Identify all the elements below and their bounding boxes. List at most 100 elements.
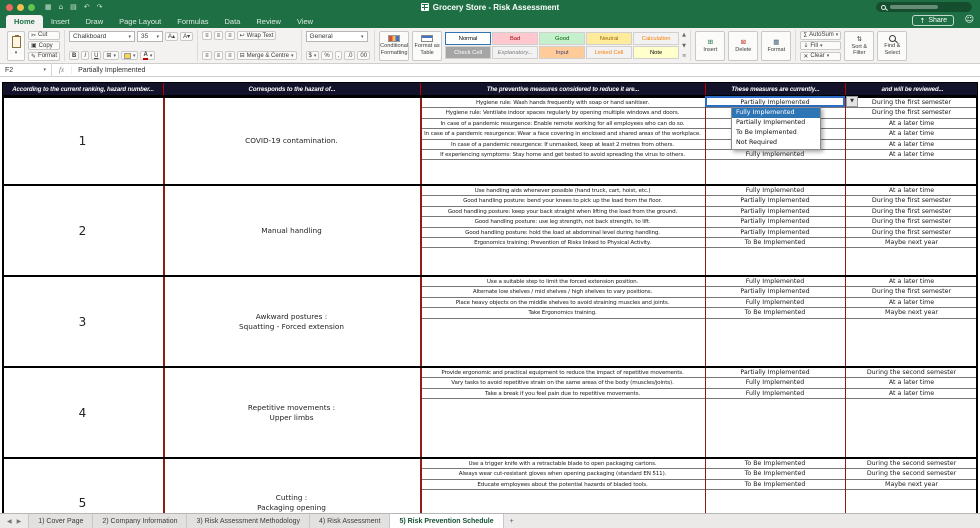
status-cell[interactable]: Fully Implemented [705, 298, 845, 307]
feedback-smiley-icon[interactable]: ☺ [965, 15, 974, 25]
find-select-button[interactable]: Find & Select [877, 30, 908, 61]
review-cell[interactable]: At a later time [845, 186, 978, 195]
review-cell[interactable]: During the first semester [845, 228, 978, 237]
cell-style-normal[interactable]: Normal [445, 32, 492, 45]
status-cell[interactable]: Fully Implemented [705, 389, 845, 398]
format-as-table-button[interactable]: Format as Table [412, 30, 443, 61]
conditional-formatting-button[interactable]: Conditional Formatting [379, 30, 410, 61]
review-cell[interactable]: During the second semester [845, 368, 978, 377]
cell-dropdown-button[interactable]: ▼ [846, 96, 858, 107]
borders-button[interactable]: ⊞ ▾ [103, 51, 119, 60]
fx-icon[interactable]: fx [52, 66, 73, 74]
paste-button[interactable]: ▾ [7, 30, 25, 61]
cell-style-linked-cell[interactable]: Linked Cell [586, 46, 633, 59]
share-button[interactable]: ↑ Share [912, 15, 954, 26]
sheet-tab-1-cover-page[interactable]: 1) Cover Page [29, 514, 94, 528]
measure-cell[interactable]: Place heavy objects on the middle shelve… [420, 298, 705, 307]
delete-cells-button[interactable]: ⊠ Delete [728, 30, 759, 61]
status-cell[interactable]: Fully Implemented [705, 277, 845, 286]
status-cell[interactable]: Fully Implemented [705, 186, 845, 195]
measure-cell[interactable]: Always wear cut-resistant gloves when op… [420, 469, 705, 478]
align-bottom-button[interactable]: ≡ [225, 31, 235, 40]
review-cell[interactable]: At a later time [845, 119, 978, 128]
measure-cell[interactable]: Take Ergonomics training. [420, 308, 705, 317]
review-cell[interactable]: During the first semester [845, 217, 978, 226]
cell-style-input[interactable]: Input [539, 46, 586, 59]
review-cell[interactable]: Maybe next year [845, 238, 978, 247]
italic-button[interactable]: I [81, 51, 90, 60]
hazard-number-cell[interactable]: 2 [2, 186, 163, 275]
measure-cell[interactable]: In case of a pandemic resurgence: Enable… [420, 119, 705, 128]
review-cell[interactable]: At a later time [845, 140, 978, 149]
status-cell[interactable]: To Be Implemented [705, 238, 845, 247]
measure-cell[interactable]: Ergonomics training: Prevention of Risks… [420, 238, 705, 247]
measure-cell[interactable]: Hygiene rule: Wash hands frequently with… [420, 98, 705, 107]
sheet-nav-right-icon[interactable]: ▶ [17, 518, 22, 525]
redo-icon[interactable]: ↷ [97, 3, 103, 11]
hazard-name-cell[interactable]: Repetitive movements : Upper limbs [163, 368, 420, 457]
review-cell[interactable]: During the first semester [845, 287, 978, 296]
hazard-number-cell[interactable]: 4 [2, 368, 163, 457]
grow-font-button[interactable]: A▴ [165, 32, 179, 41]
review-cell[interactable]: Maybe next year [845, 480, 978, 489]
review-cell[interactable]: At a later time [845, 150, 978, 159]
review-cell[interactable]: At a later time [845, 277, 978, 286]
measure-cell[interactable]: Alternate low shelves / mid shelves / hi… [420, 287, 705, 296]
cell-style-check-cell[interactable]: Check Cell [445, 46, 492, 59]
measure-cell[interactable]: Take a break if you feel pain due to rep… [420, 389, 705, 398]
name-box[interactable]: F2 ▾ [0, 63, 52, 77]
review-cell[interactable]: At a later time [845, 298, 978, 307]
zoom-window-button[interactable] [28, 3, 35, 11]
review-cell[interactable]: At a later time [845, 129, 978, 138]
review-cell[interactable]: During the second semester [845, 459, 978, 468]
status-cell[interactable]: Partially Implemented [705, 196, 845, 205]
review-cell[interactable]: At a later time [845, 378, 978, 387]
measure-cell[interactable]: Vary tasks to avoid repetitive strain on… [420, 378, 705, 387]
review-cell[interactable]: During the first semester [845, 207, 978, 216]
cell-style-neutral[interactable]: Neutral [586, 32, 633, 45]
wrap-text-button[interactable]: ↩ Wrap Text [236, 31, 277, 40]
ribbon-tab-data[interactable]: Data [217, 15, 249, 28]
cell-style-calculation[interactable]: Calculation [633, 32, 680, 45]
measure-cell[interactable]: Use a trigger knife with a retractable b… [420, 459, 705, 468]
measure-cell[interactable]: Good handling posture: bend your knees t… [420, 196, 705, 205]
add-sheet-button[interactable]: + [504, 514, 520, 528]
status-cell[interactable]: Fully Implemented [705, 378, 845, 387]
gallery-expand-icon[interactable]: ≡ [682, 53, 686, 59]
home-icon[interactable]: ⌂ [59, 3, 63, 11]
sheet-nav-left-icon[interactable]: ◀ [7, 518, 12, 525]
status-cell[interactable]: To Be Implemented [705, 480, 845, 489]
copy-button[interactable]: ▣ Copy [28, 41, 61, 50]
sheet-tab-4-risk-assessment[interactable]: 4) Risk Assessment [309, 514, 391, 528]
ribbon-tab-draw[interactable]: Draw [78, 15, 112, 28]
ribbon-tab-view[interactable]: View [289, 15, 321, 28]
shrink-font-button[interactable]: A▾ [180, 32, 194, 41]
percent-format-button[interactable]: % [321, 51, 333, 60]
align-middle-button[interactable]: ≡ [213, 31, 224, 40]
measure-cell[interactable]: In case of a pandemic resurgence: If unm… [420, 140, 705, 149]
hazard-number-cell[interactable]: 1 [2, 98, 163, 184]
clear-button[interactable]: ✕ Clear ▾ [800, 51, 842, 61]
ribbon-tab-formulas[interactable]: Formulas [169, 15, 216, 28]
cell-style-explanatory[interactable]: Explanatory... [492, 46, 539, 59]
measure-cell[interactable]: Provide ergonomic and practical equipmen… [420, 368, 705, 377]
undo-icon[interactable]: ↶ [84, 3, 90, 11]
hazard-number-cell[interactable]: 5 [2, 459, 163, 513]
save-icon[interactable]: ▤ [70, 3, 77, 11]
minimize-window-button[interactable] [17, 3, 24, 11]
hazard-name-cell[interactable]: COVID-19 contamination. [163, 98, 420, 184]
cell-style-bad[interactable]: Bad [492, 32, 539, 45]
dropdown-option-to-be-implemented[interactable]: To Be Implemented [732, 128, 820, 138]
hazard-name-cell[interactable]: Cutting : Packaging opening [163, 459, 420, 513]
measure-cell[interactable]: Use handling aids whenever possible (han… [420, 186, 705, 195]
sheet-tab-5-risk-prevention-schedule[interactable]: 5) Risk Prevention Schedule [390, 514, 504, 528]
measure-cell[interactable]: If experiencing symptoms: Stay home and … [420, 150, 705, 159]
search-box[interactable] [876, 2, 972, 12]
cell-style-note[interactable]: Note [633, 46, 680, 59]
measure-cell[interactable]: In case of a pandemic resurgence: Wear a… [420, 129, 705, 138]
hazard-name-cell[interactable]: Awkward postures : Squatting - Forced ex… [163, 277, 420, 366]
sheet-tab-3-risk-assessment-methodology[interactable]: 3) Risk Assessment Methodology [187, 514, 310, 528]
currency-format-button[interactable]: $ ▾ [305, 51, 320, 60]
review-cell[interactable]: During the first semester [845, 98, 978, 107]
review-cell[interactable]: During the second semester [845, 469, 978, 478]
